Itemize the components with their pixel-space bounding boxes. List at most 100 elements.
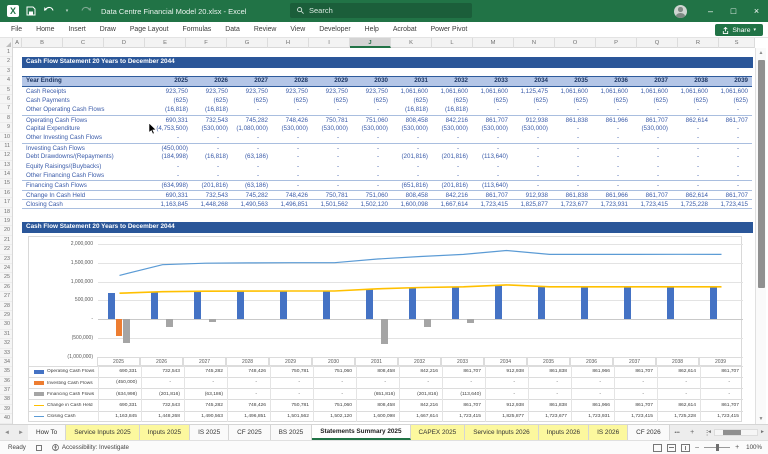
row-header-14[interactable]: 14 [0,170,12,180]
value-cell[interactable]: - [592,171,632,180]
menu-tab-page-layout[interactable]: Page Layout [123,22,176,37]
value-cell[interactable]: 1,061,600 [672,87,712,96]
sheet-tab-cf-2026[interactable]: CF 2026 [628,425,670,440]
value-cell[interactable]: - [272,152,312,161]
value-cell[interactable]: (625) [352,96,392,105]
row-header-19[interactable]: 19 [0,217,12,227]
value-cell[interactable]: - [312,105,352,114]
value-cell[interactable]: - [552,124,592,133]
value-cell[interactable]: (201,816) [432,152,472,161]
value-cell[interactable]: - [712,171,752,180]
value-cell[interactable]: - [672,171,712,180]
value-cell[interactable]: (201,816) [392,152,432,161]
value-cell[interactable]: (625) [672,96,712,105]
value-cell[interactable]: - [632,181,672,189]
row-label[interactable]: Debt Drawdowns/(Repayments) [22,152,152,161]
value-cell[interactable]: - [352,171,392,180]
sheet-tab-is-2026[interactable]: IS 2026 [589,425,629,440]
value-cell[interactable]: - [592,124,632,133]
year-header-2031[interactable]: 2031 [392,77,432,86]
row-header-20[interactable]: 20 [0,226,12,236]
row-header-21[interactable]: 21 [0,236,12,246]
column-header-D[interactable]: D [104,38,145,48]
value-cell[interactable]: (4,753,500) [152,124,192,133]
value-cell[interactable]: 751,060 [352,191,392,199]
value-cell[interactable]: - [552,144,592,152]
value-cell[interactable]: - [312,171,352,180]
menu-tab-acrobat[interactable]: Acrobat [386,22,424,37]
row-header-2[interactable]: 2 [0,57,12,67]
undo-caret-icon[interactable]: ▾ [61,5,73,17]
value-cell[interactable]: - [432,133,472,142]
value-cell[interactable]: - [672,162,712,171]
column-header-N[interactable]: N [514,38,555,48]
redo-icon[interactable] [79,5,91,17]
value-cell[interactable]: - [632,162,672,171]
value-cell[interactable]: (63,186) [232,152,272,161]
column-header-K[interactable]: K [391,38,432,48]
value-cell[interactable]: (450,000) [152,144,192,152]
value-cell[interactable]: (113,640) [472,152,512,161]
value-cell[interactable]: 1,448,268 [192,200,232,207]
value-cell[interactable]: 1,723,415 [472,200,512,207]
row-label[interactable]: Investing Cash Flows [22,144,152,152]
value-cell[interactable]: 1,061,600 [472,87,512,96]
row-label[interactable]: Equity Raisings/(Buybacks) [22,162,152,171]
value-cell[interactable]: - [232,171,272,180]
row-header-10[interactable]: 10 [0,133,12,142]
value-cell[interactable]: (63,186) [232,181,272,189]
menu-tab-view[interactable]: View [283,22,312,37]
value-cell[interactable]: - [432,162,472,171]
value-cell[interactable]: 1,061,600 [632,87,672,96]
value-cell[interactable]: (625) [632,96,672,105]
row-header-7[interactable]: 7 [0,104,12,114]
value-cell[interactable]: - [552,133,592,142]
value-cell[interactable]: 748,426 [272,191,312,199]
value-cell[interactable]: 861,707 [472,191,512,199]
value-cell[interactable]: - [352,105,392,114]
value-cell[interactable]: - [392,133,432,142]
value-cell[interactable]: - [232,105,272,114]
value-cell[interactable]: - [312,181,352,189]
value-cell[interactable]: - [552,105,592,114]
value-cell[interactable]: (625) [712,96,752,105]
row-header-31[interactable]: 31 [0,330,12,340]
value-cell[interactable]: - [432,171,472,180]
value-cell[interactable]: (530,000) [472,124,512,133]
value-cell[interactable]: - [272,162,312,171]
value-cell[interactable]: 1,061,600 [592,87,632,96]
value-cell[interactable]: - [592,133,632,142]
column-header-J[interactable]: J [350,38,391,48]
row-label[interactable]: Change In Cash Held [22,191,152,199]
value-cell[interactable]: - [592,152,632,161]
year-header-2030[interactable]: 2030 [352,77,392,86]
value-cell[interactable]: - [192,162,232,171]
value-cell[interactable]: - [672,181,712,189]
value-cell[interactable]: - [312,152,352,161]
row-header-8[interactable]: 8 [0,114,12,124]
close-button[interactable]: × [745,0,768,22]
value-cell[interactable]: (201,816) [432,181,472,189]
page-layout-view-icon[interactable] [667,443,677,452]
value-cell[interactable]: 1,496,851 [272,200,312,207]
row-header-30[interactable]: 30 [0,320,12,330]
row-header-15[interactable]: 15 [0,179,12,189]
value-cell[interactable]: 923,750 [272,87,312,96]
value-cell[interactable]: 861,707 [712,116,752,124]
value-cell[interactable]: (201,816) [192,181,232,189]
value-cell[interactable]: - [192,171,232,180]
value-cell[interactable]: 861,966 [592,191,632,199]
value-cell[interactable]: 1,723,931 [592,200,632,207]
year-header-2035[interactable]: 2035 [552,77,592,86]
value-cell[interactable]: - [712,133,752,142]
value-cell[interactable]: (625) [192,96,232,105]
row-header-5[interactable]: 5 [0,86,12,95]
value-cell[interactable]: - [632,133,672,142]
value-cell[interactable]: - [672,105,712,114]
new-sheet-button[interactable]: + [685,425,700,440]
value-cell[interactable]: 1,667,614 [432,200,472,207]
value-cell[interactable]: (625) [232,96,272,105]
value-cell[interactable]: - [672,152,712,161]
value-cell[interactable]: 923,750 [312,87,352,96]
value-cell[interactable]: 808,458 [392,116,432,124]
